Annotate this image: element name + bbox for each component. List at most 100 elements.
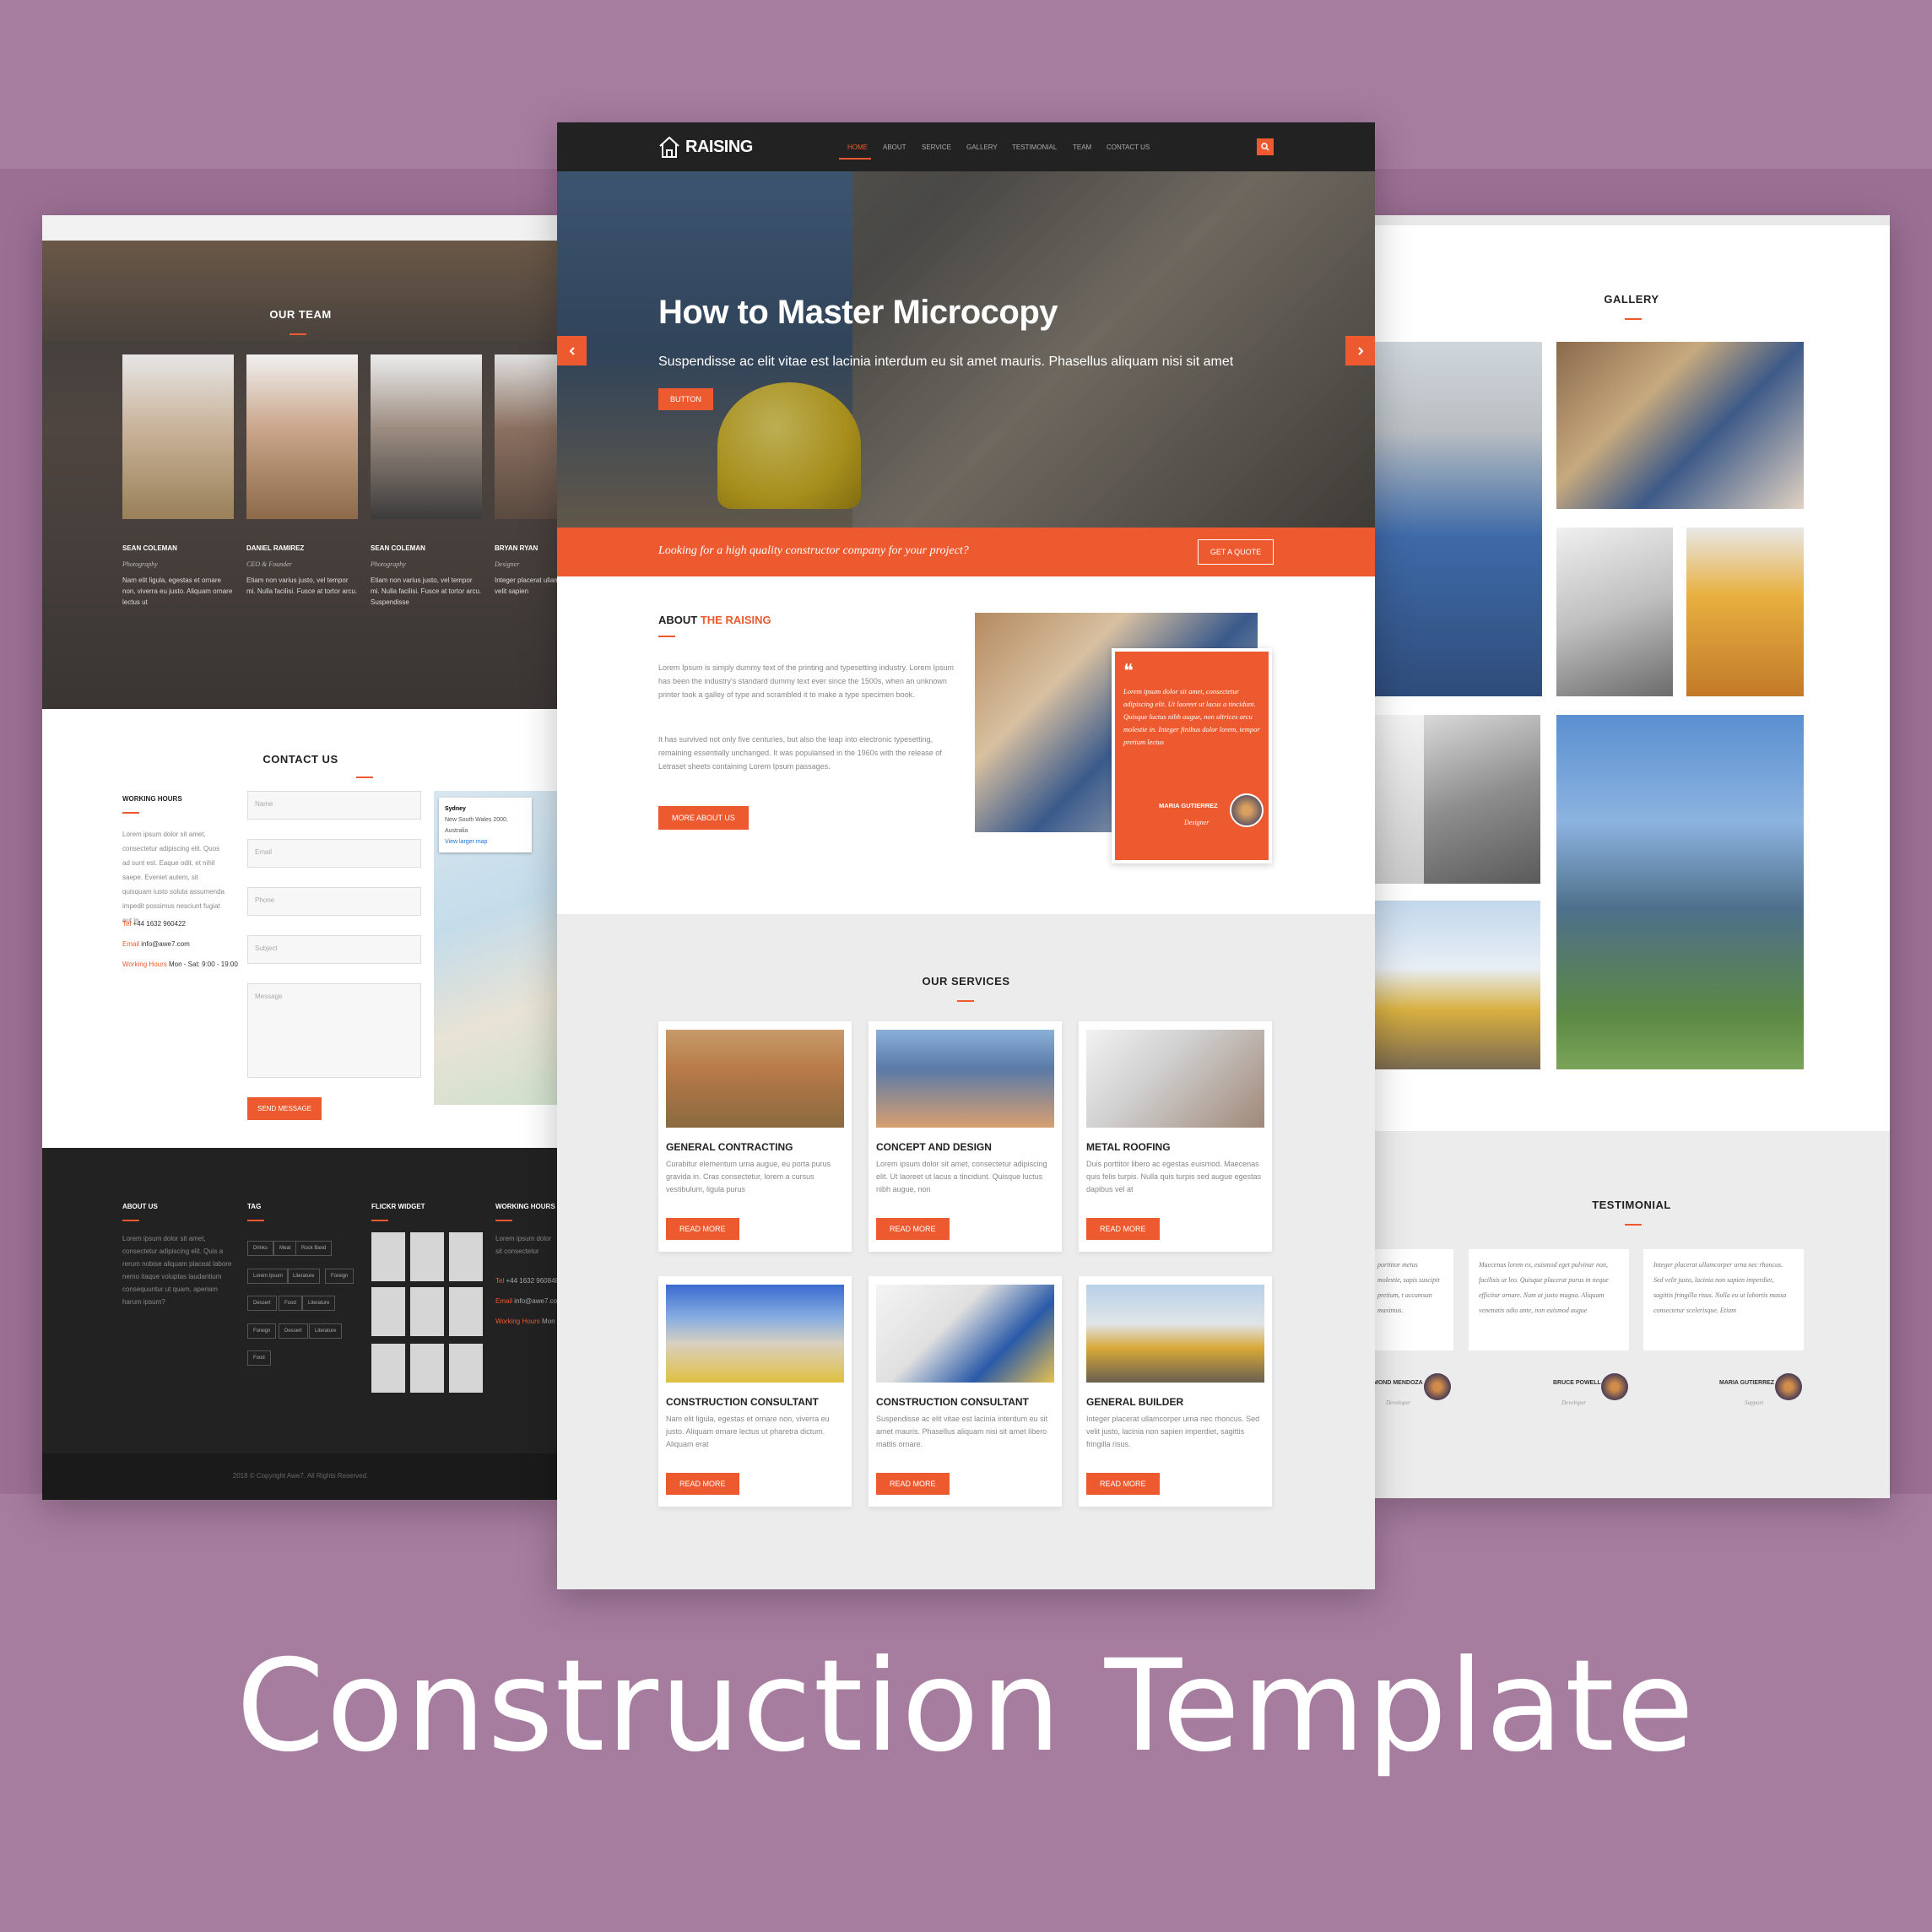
tag-item[interactable]: Literature [309, 1323, 343, 1339]
tag-item[interactable]: Dessert [247, 1296, 277, 1311]
tag-item[interactable]: Foreign [247, 1323, 277, 1339]
more-about-button[interactable]: MORE ABOUT US [658, 806, 749, 830]
footer-wh: Mon - Sat: 9 [542, 1318, 559, 1325]
tag-item[interactable]: Literature [302, 1296, 336, 1311]
flickr-thumb[interactable] [449, 1232, 483, 1281]
quote-card: ❝ Lorem ipsum dolor sit amet, consectetu… [1112, 648, 1272, 863]
search-icon [1261, 143, 1269, 151]
message-field[interactable]: Message [247, 983, 421, 1078]
name-field[interactable]: Name [247, 791, 421, 820]
gallery-photo[interactable] [1373, 342, 1542, 696]
read-more-button[interactable]: READ MORE [1086, 1473, 1160, 1495]
tag-item[interactable]: Lorem Ipsum [247, 1269, 290, 1284]
map-info-card: Sydney New South Wales 2000, Australia V… [439, 798, 532, 852]
nav-home[interactable]: HOME [847, 143, 868, 151]
footer-underline [371, 1220, 388, 1221]
footer-hours-text: Lorem ipsum dolor sit consectetur [495, 1235, 552, 1255]
footer-about-text: Lorem ipsum dolor sit amet, consectetur … [122, 1235, 232, 1306]
nav-team[interactable]: TEAM [1073, 143, 1091, 151]
left-preview-page: OUR TEAM SEAN COLEMAN Photography Nam el… [42, 215, 559, 1500]
wh-value: Mon - Sat: 9:00 - 19:00 [169, 961, 238, 968]
about-title-highlight: THE RAISING [700, 614, 771, 626]
testimonial-role: Support [1745, 1399, 1764, 1406]
wh-label: Working Hours [122, 961, 167, 968]
flickr-thumb[interactable] [371, 1232, 405, 1281]
tag-item[interactable]: Meat [273, 1241, 297, 1256]
send-message-button[interactable]: SEND MESSAGE [247, 1097, 322, 1120]
gallery-photo[interactable] [1556, 715, 1804, 1069]
gallery-photo[interactable] [1556, 342, 1804, 509]
hours-underline [122, 812, 139, 814]
gallery-photo[interactable] [1556, 528, 1673, 696]
tag-item[interactable]: Drinks [247, 1241, 274, 1256]
flickr-thumb[interactable] [371, 1287, 405, 1336]
footer-email[interactable]: info@awe7.com [514, 1297, 559, 1305]
service-title: GENERAL CONTRACTING [666, 1141, 793, 1153]
read-more-button[interactable]: READ MORE [876, 1473, 950, 1495]
tag-item[interactable]: Rock Band [295, 1241, 333, 1256]
flickr-thumb[interactable] [449, 1344, 483, 1393]
read-more-button[interactable]: READ MORE [666, 1218, 739, 1240]
hero-subtitle: Suspendisse ac elit vitae est lacinia in… [658, 354, 1234, 369]
team-member: DANIEL RAMIREZ CEO & Founder Etiam non v… [246, 354, 358, 597]
get-quote-button[interactable]: GET A QUOTE [1198, 539, 1274, 565]
read-more-button[interactable]: READ MORE [666, 1473, 739, 1495]
flickr-thumb[interactable] [410, 1287, 444, 1336]
copyright-bar: 2018 © Copyright Awe7. All Rights Reserv… [42, 1453, 559, 1500]
testimonial-section: TESTIMONIAL porttitor metus molestie, sa… [1373, 1131, 1890, 1498]
footer-tel: +44 1632 960848 [506, 1277, 559, 1285]
slider-next-button[interactable] [1345, 336, 1375, 365]
service-title: CONSTRUCTION CONSULTANT [876, 1396, 1029, 1408]
phone-field[interactable]: Phone [247, 887, 421, 916]
member-text: Nam elit ligula, egestas et ornare non, … [122, 576, 233, 606]
tag-item[interactable]: Dessert [279, 1323, 308, 1339]
read-more-button[interactable]: READ MORE [876, 1218, 950, 1240]
caption-title: Construction Template [235, 1633, 1697, 1780]
nav-gallery[interactable]: GALLERY [966, 143, 998, 151]
tag-item[interactable]: Literature [287, 1269, 321, 1284]
email-label: Email [122, 940, 140, 948]
tag-item[interactable]: Food [247, 1350, 271, 1366]
flickr-thumb[interactable] [410, 1344, 444, 1393]
flickr-thumb[interactable] [449, 1287, 483, 1336]
flickr-title: FLICKR WIDGET [371, 1203, 425, 1210]
services-title: OUR SERVICES [922, 975, 1010, 988]
email-field[interactable]: Email [247, 839, 421, 868]
service-card: GENERAL BUILDER Integer placerat ullamco… [1079, 1276, 1272, 1507]
service-card: CONSTRUCTION CONSULTANT Suspendisse ac e… [869, 1276, 1062, 1507]
map-widget[interactable]: Sydney New South Wales 2000, Australia V… [434, 791, 559, 1105]
nav-about[interactable]: ABOUT [883, 143, 906, 151]
brand-logo[interactable]: RAISING [658, 135, 753, 159]
service-title: CONCEPT AND DESIGN [876, 1141, 992, 1153]
services-underline [957, 1000, 974, 1002]
testimonial-name: BRUCE POWELL [1553, 1380, 1601, 1386]
left-footer: ABOUT US Lorem ipsum dolor sit amet, con… [42, 1148, 559, 1500]
tag-item[interactable]: Foreign [325, 1269, 354, 1284]
nav-contact[interactable]: CONTACT US [1107, 143, 1150, 151]
subject-field[interactable]: Subject [247, 935, 421, 964]
hero-button[interactable]: BUTTON [658, 388, 713, 410]
testimonial-avatar [1775, 1373, 1802, 1400]
slider-prev-button[interactable] [557, 336, 587, 365]
nav-active-underline [839, 158, 871, 160]
read-more-button[interactable]: READ MORE [1086, 1218, 1160, 1240]
quote-avatar [1230, 793, 1264, 827]
team-photo [122, 354, 234, 519]
nav-testimonial[interactable]: TESTIMONIAL [1012, 143, 1057, 151]
flickr-thumb[interactable] [371, 1344, 405, 1393]
tag-item[interactable]: Food [279, 1296, 302, 1311]
cta-bar: Looking for a high quality constructor c… [557, 528, 1375, 576]
service-image [666, 1030, 844, 1128]
flickr-thumb[interactable] [410, 1232, 444, 1281]
search-button[interactable] [1257, 138, 1274, 155]
map-larger-link[interactable]: View larger map [445, 836, 526, 847]
left-topbar [42, 215, 559, 241]
email-value[interactable]: info@awe7.com [141, 940, 189, 948]
nav-service[interactable]: SERVICE [922, 143, 951, 151]
gallery-photo[interactable] [1373, 715, 1424, 884]
member-text: Etiam non varius justo, vel tempor mi. N… [246, 576, 358, 595]
about-paragraph-1: Lorem Ipsum is simply dummy text of the … [658, 663, 954, 699]
gallery-photo[interactable] [1424, 715, 1540, 884]
gallery-photo[interactable] [1686, 528, 1804, 696]
gallery-photo[interactable] [1373, 901, 1540, 1069]
